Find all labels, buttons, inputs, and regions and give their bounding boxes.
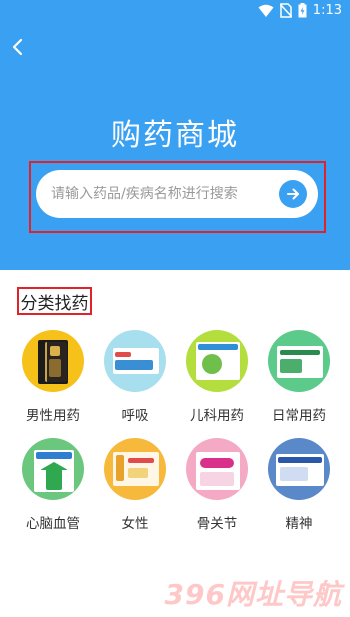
section-title-frame: 分类找药	[17, 287, 92, 315]
wifi-icon	[258, 4, 274, 17]
arrow-right-icon	[287, 188, 299, 200]
category-bone-joint[interactable]: 骨关节	[177, 438, 257, 532]
status-bar: 1:13	[0, 0, 350, 24]
category-womens[interactable]: 女性	[95, 438, 175, 532]
daily-medicine-box-icon	[268, 330, 330, 392]
category-label: 精神	[285, 516, 313, 532]
watermark: 396网址导航	[164, 578, 342, 611]
back-button[interactable]	[4, 34, 30, 60]
respiratory-medicine-box-icon	[104, 330, 166, 392]
category-label: 骨关节	[196, 516, 238, 532]
status-icons: 1:13	[258, 3, 342, 18]
bone-joint-medicine-box-icon	[186, 438, 248, 500]
pediatric-medicine-box-icon	[186, 330, 248, 392]
category-label: 儿科用药	[190, 408, 244, 424]
section-title: 分类找药	[20, 293, 89, 314]
search-button[interactable]	[279, 180, 307, 208]
no-sim-icon	[279, 3, 292, 18]
search-bar[interactable]	[36, 170, 318, 218]
category-respiratory[interactable]: 呼吸	[95, 330, 175, 424]
category-label: 心脑血管	[26, 516, 80, 532]
category-label: 呼吸	[121, 408, 149, 424]
category-label: 女性	[121, 516, 149, 532]
category-daily[interactable]: 日常用药	[259, 330, 339, 424]
category-label: 男性用药	[26, 408, 80, 424]
battery-icon	[298, 3, 307, 18]
category-mens-medicine[interactable]: 男性用药	[13, 330, 93, 424]
page-title: 购药商城	[111, 118, 239, 153]
mens-medicine-box-icon	[22, 330, 84, 392]
cardiovascular-medicine-box-icon	[22, 438, 84, 500]
category-cardiovascular[interactable]: 心脑血管	[13, 438, 93, 532]
mental-medicine-box-icon	[268, 438, 330, 500]
category-mental[interactable]: 精神	[259, 438, 339, 532]
chevron-left-icon	[12, 38, 23, 56]
status-time: 1:13	[312, 3, 342, 18]
search-input[interactable]	[51, 182, 279, 206]
womens-medicine-box-icon	[104, 438, 166, 500]
category-label: 日常用药	[272, 408, 326, 424]
category-pediatric[interactable]: 儿科用药	[177, 330, 257, 424]
